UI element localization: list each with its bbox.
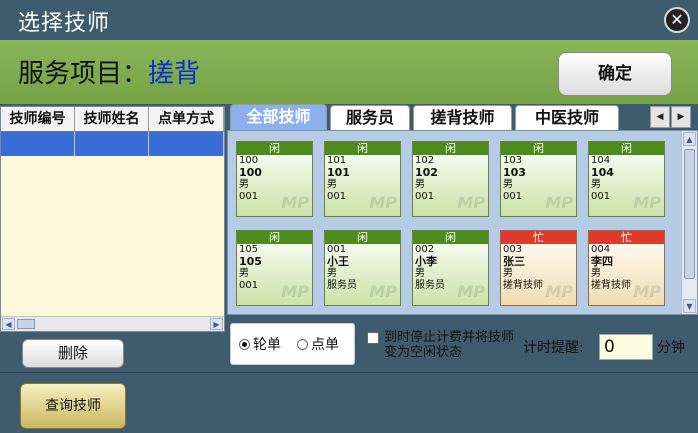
tab-back-scrub-technicians[interactable]: 搓背技师 [413,105,512,130]
table-cell[interactable] [149,132,224,156]
scroll-down-icon[interactable]: ▼ [683,299,696,313]
card-watermark-logo: MP [369,282,397,301]
vertical-scrollbar[interactable]: ▲ ▼ [681,131,697,314]
column-header-order-mode[interactable]: 点单方式 [149,107,224,131]
card-status-badge: 闲 [237,142,312,155]
technician-card[interactable]: 忙 003 张三男搓背技师 MP [500,230,577,306]
close-icon: ✕ [670,10,684,29]
scrollbar-thumb[interactable] [684,149,695,279]
column-header-technician-name[interactable]: 技师姓名 [75,107,149,131]
tab-prev-icon[interactable]: ◀ [650,106,670,128]
card-technician-gender: 男 [503,268,513,279]
tab-tcm-technicians[interactable]: 中医技师 [515,105,619,130]
card-technician-gender: 男 [239,268,249,279]
window-title: 选择技师 [18,11,111,36]
card-watermark-logo: MP [545,282,573,301]
card-status-badge: 闲 [325,142,400,155]
confirm-button[interactable]: 确定 [558,52,672,96]
radio-label: 点单 [311,337,339,353]
card-technician-name: 李四 [591,255,613,268]
card-status-badge: 闲 [237,231,312,244]
technician-card[interactable]: 闲 105 105 男 001 MP [236,230,313,306]
tab-all-technicians[interactable]: 全部技师 [230,104,327,130]
technician-card[interactable]: 忙 004 李四男搓背技师 MP [588,230,665,306]
radio-label: 轮单 [253,337,281,353]
card-watermark-logo: MP [369,193,397,212]
card-watermark-logo: MP [457,193,485,212]
card-watermark-logo: MP [281,282,309,301]
stop-billing-label: 到时停止计费并将技师变为空闲状态 [384,330,515,360]
title-bar: 选择技师 ✕ [0,0,698,40]
delete-button[interactable]: 删除 [22,339,124,368]
order-mode-group: 轮单 点单 [230,323,355,365]
grid-header: 技师编号 技师姓名 点单方式 [1,107,224,132]
service-label: 服务项目：搓背 [18,53,200,90]
radio-checked-icon [239,339,250,350]
card-status-badge: 闲 [325,231,400,244]
card-technician-gender: 男 [591,179,601,190]
query-technician-button[interactable]: 查询技师 [20,383,126,429]
card-status-badge: 闲 [501,142,576,155]
card-technician-gender: 男 [591,268,601,279]
card-watermark-logo: MP [633,193,661,212]
card-watermark-logo: MP [633,282,661,301]
card-technician-name: 104 [591,166,614,179]
stop-billing-checkbox[interactable] [367,332,379,344]
card-technician-name: 103 [503,166,526,179]
card-technician-gender: 男 [415,268,425,279]
card-technician-name: 张三 [503,255,525,268]
technician-card[interactable]: 闲 104 104 男 001 MP [588,141,665,217]
technician-card[interactable]: 闲 102 102 男 001 MP [412,141,489,217]
service-value: 搓背 [148,59,201,89]
radio-point-order[interactable]: 点单 [297,336,339,354]
scroll-right-icon[interactable]: ▶ [210,318,223,330]
timer-reminder-input[interactable]: 0 [599,334,653,360]
card-status-badge: 闲 [413,142,488,155]
scroll-up-icon[interactable]: ▲ [683,132,696,146]
card-technician-gender: 男 [239,179,249,190]
card-status-badge: 闲 [589,142,664,155]
card-status-badge: 忙 [501,231,576,244]
scroll-left-icon[interactable]: ◀ [2,318,15,330]
card-status-badge: 闲 [413,231,488,244]
close-button[interactable]: ✕ [664,7,690,33]
technician-category-tabs: 全部技师 服务员 搓背技师 中医技师 ◀ ▶ [227,104,698,130]
horizontal-scrollbar[interactable]: ◀ ▶ [1,316,224,331]
timer-unit-label: 分钟 [657,340,685,356]
card-technician-name: 102 [415,166,438,179]
service-label-text: 服务项目： [18,59,149,89]
card-technician-gender: 男 [327,268,337,279]
card-status-badge: 忙 [589,231,664,244]
tab-attendants[interactable]: 服务员 [330,105,410,130]
card-technician-name: 101 [327,166,350,179]
card-technician-name: 100 [239,166,262,179]
timer-reminder-label: 计时提醒: [523,340,584,356]
table-cell[interactable] [75,132,149,156]
tab-next-icon[interactable]: ▶ [671,106,691,128]
service-header: 服务项目：搓背 确定 [0,40,698,104]
technician-card-area: 闲 100 100 男 001 MP 闲 101 101 男 001 MP 闲 102 102 男 001 MP 闲… [227,130,698,315]
scrollbar-thumb[interactable] [17,319,35,329]
table-cell[interactable] [1,132,75,156]
card-technician-name: 105 [239,255,262,268]
technician-card[interactable]: 闲 100 100 男 001 MP [236,141,313,217]
card-watermark-logo: MP [281,193,309,212]
card-technician-name: 小王 [327,255,349,268]
technician-card[interactable]: 闲 103 103 男 001 MP [500,141,577,217]
card-watermark-logo: MP [545,193,573,212]
radio-rotation-order[interactable]: 轮单 [239,336,281,354]
bottom-bar: 查询技师 [0,372,698,433]
technician-card[interactable]: 闲 002 小李男服务员 MP [412,230,489,306]
card-technician-gender: 男 [327,179,337,190]
technician-card[interactable]: 闲 001 小王男服务员 MP [324,230,401,306]
technician-card[interactable]: 闲 101 101 男 001 MP [324,141,401,217]
table-row[interactable] [1,132,224,156]
card-watermark-logo: MP [457,282,485,301]
card-technician-gender: 男 [503,179,513,190]
column-header-technician-id[interactable]: 技师编号 [1,107,75,131]
selected-technician-grid: 技师编号 技师姓名 点单方式 ◀ ▶ [0,106,225,332]
card-technician-gender: 男 [415,179,425,190]
radio-unchecked-icon [297,339,308,350]
card-technician-name: 小李 [415,255,437,268]
